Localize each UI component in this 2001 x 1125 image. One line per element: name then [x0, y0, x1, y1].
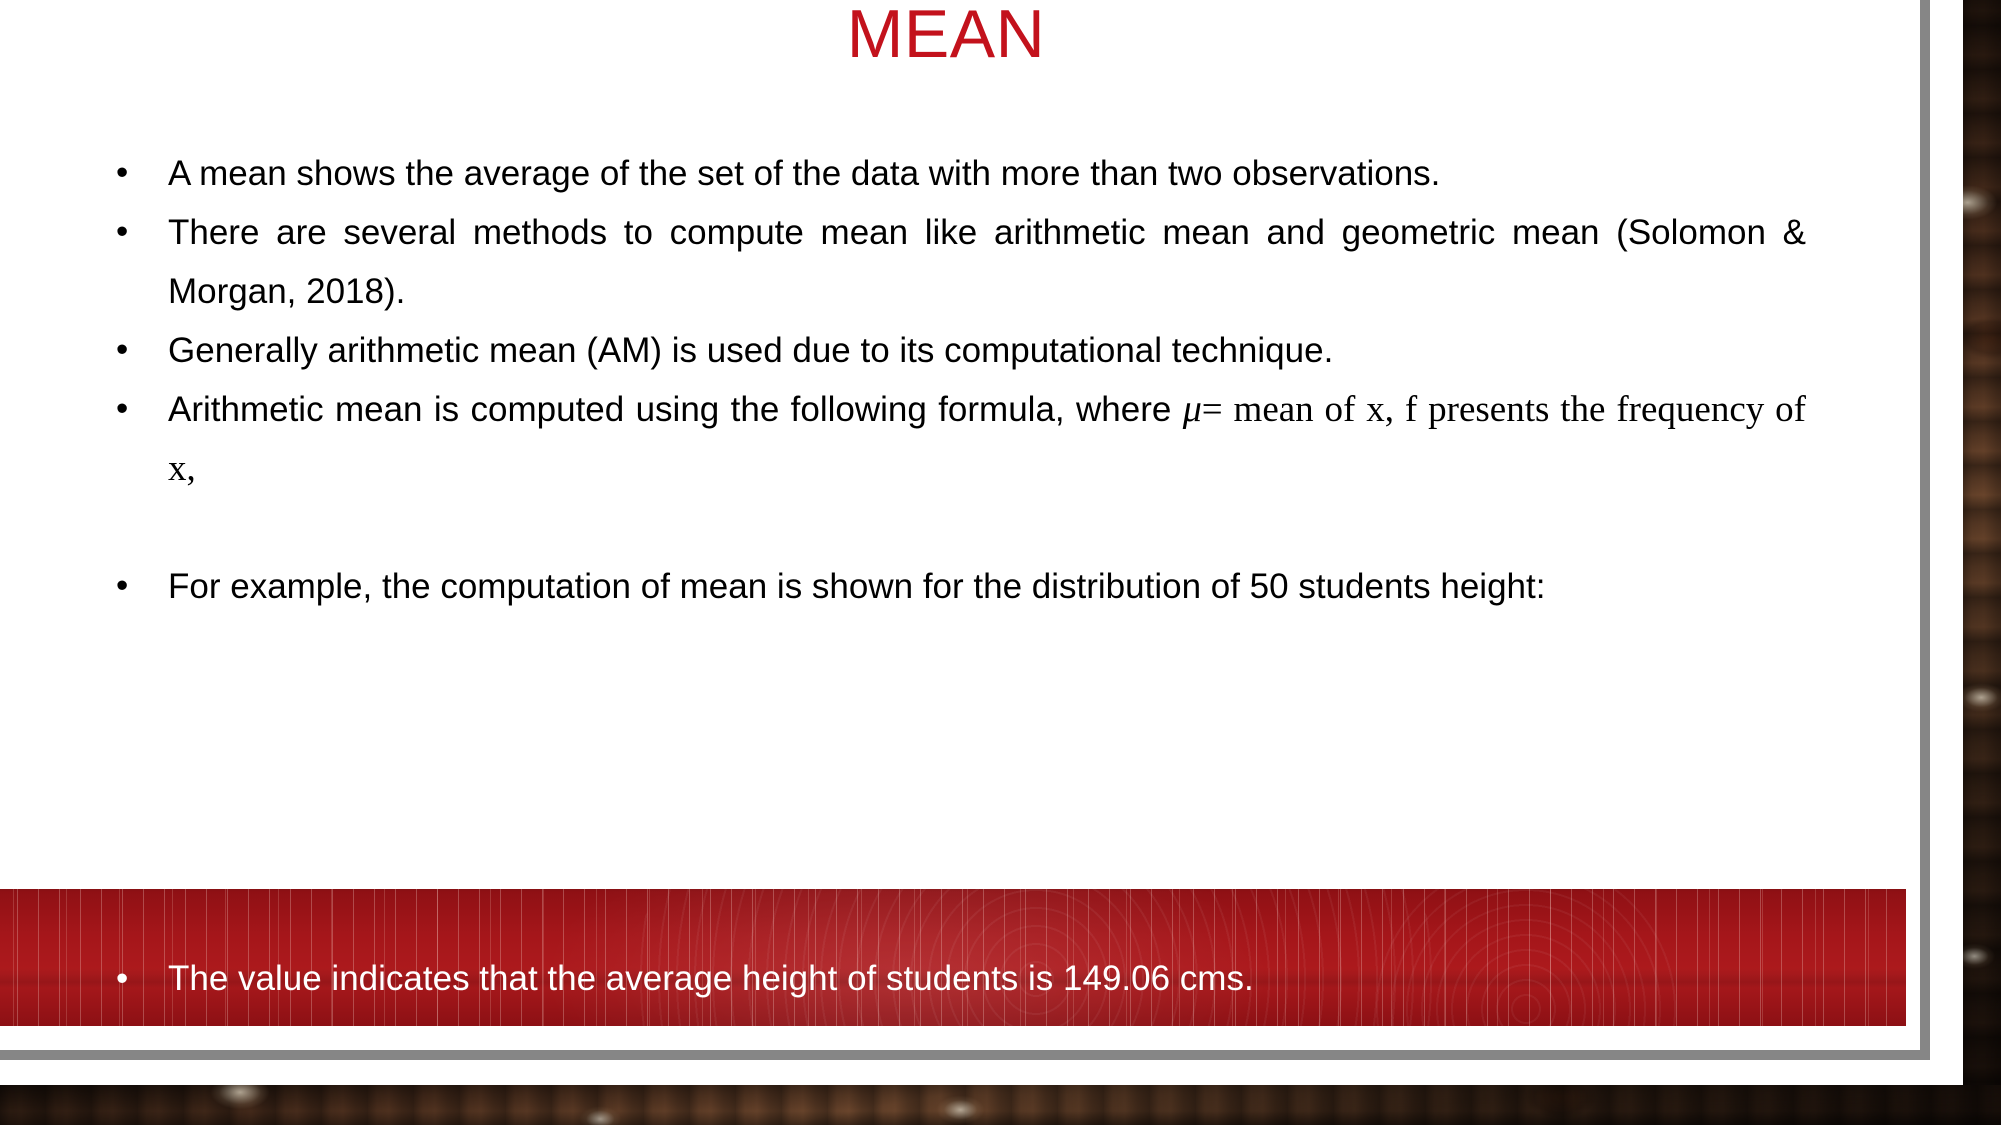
bullet-text: For example, the computation of mean is …: [168, 567, 1546, 606]
conclusion-banner: The value indicates that the average hei…: [0, 889, 1906, 1026]
bullet-text: Generally arithmetic mean (AM) is used d…: [168, 331, 1334, 370]
slide-frame-border: MEAN A mean shows the average of the set…: [0, 0, 1930, 1060]
blank-line-spacer: [106, 498, 1806, 557]
bullet-list: A mean shows the average of the set of t…: [106, 143, 1806, 616]
bullet-formula: Arithmetic mean is computed using the fo…: [106, 379, 1806, 498]
bullet-text: There are several methods to compute mea…: [168, 213, 1806, 311]
slide-page: MEAN A mean shows the average of the set…: [0, 0, 1906, 1036]
banner-conclusion-text: The value indicates that the average hei…: [106, 956, 1254, 1002]
slide-root: MEAN A mean shows the average of the set…: [0, 0, 2001, 1125]
bullet-text-lead: Arithmetic mean is computed using the fo…: [168, 390, 1183, 429]
mu-symbol: μ: [1182, 388, 1202, 430]
brick-background-right: [1963, 0, 2001, 1125]
bullet-methods: There are several methods to compute mea…: [106, 202, 1806, 321]
page-title: MEAN: [846, 0, 1046, 72]
bullet-am-usage: Generally arithmetic mean (AM) is used d…: [106, 320, 1806, 380]
bullet-mean-definition: A mean shows the average of the set of t…: [106, 143, 1806, 203]
bullet-text: A mean shows the average of the set of t…: [168, 154, 1441, 193]
brick-background-bottom: [0, 1085, 2001, 1125]
banner-ring-texture-secondary: [1366, 889, 1686, 1026]
bullet-example: For example, the computation of mean is …: [106, 556, 1806, 616]
